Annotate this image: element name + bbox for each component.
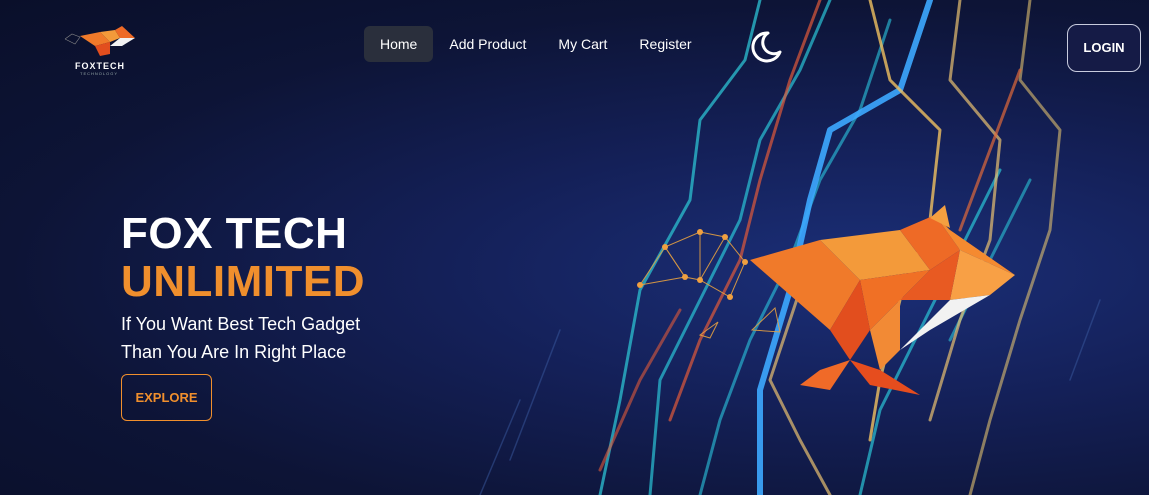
login-button[interactable]: LOGIN: [1067, 24, 1141, 72]
nav-my-cart-link[interactable]: My Cart: [542, 26, 623, 62]
brand-name: FOXTECH: [75, 61, 126, 71]
explore-button[interactable]: EXPLORE: [121, 374, 212, 421]
hero-title-line1: FOX TECH: [121, 209, 348, 258]
nav-add-product-link[interactable]: Add Product: [433, 26, 542, 62]
hero-subtitle: If You Want Best Tech Gadget Than You Ar…: [121, 310, 421, 366]
nav-register-link[interactable]: Register: [623, 26, 707, 62]
hero-title-line2: UNLIMITED: [121, 257, 366, 306]
navbar: FOXTECH TECHNOLOGY Home Add Product My C…: [0, 0, 1149, 90]
nav-links: Home Add Product My Cart Register: [364, 26, 708, 62]
hero-subtitle-line2: Than You Are In Right Place: [121, 342, 347, 362]
nav-home-link[interactable]: Home: [364, 26, 434, 62]
hero-section: FOX TECH UNLIMITED If You Want Best Tech…: [121, 210, 421, 421]
hero-subtitle-line1: If You Want Best Tech Gadget: [121, 314, 361, 334]
brand-tagline: TECHNOLOGY: [80, 71, 119, 76]
moon-icon[interactable]: [746, 28, 784, 66]
